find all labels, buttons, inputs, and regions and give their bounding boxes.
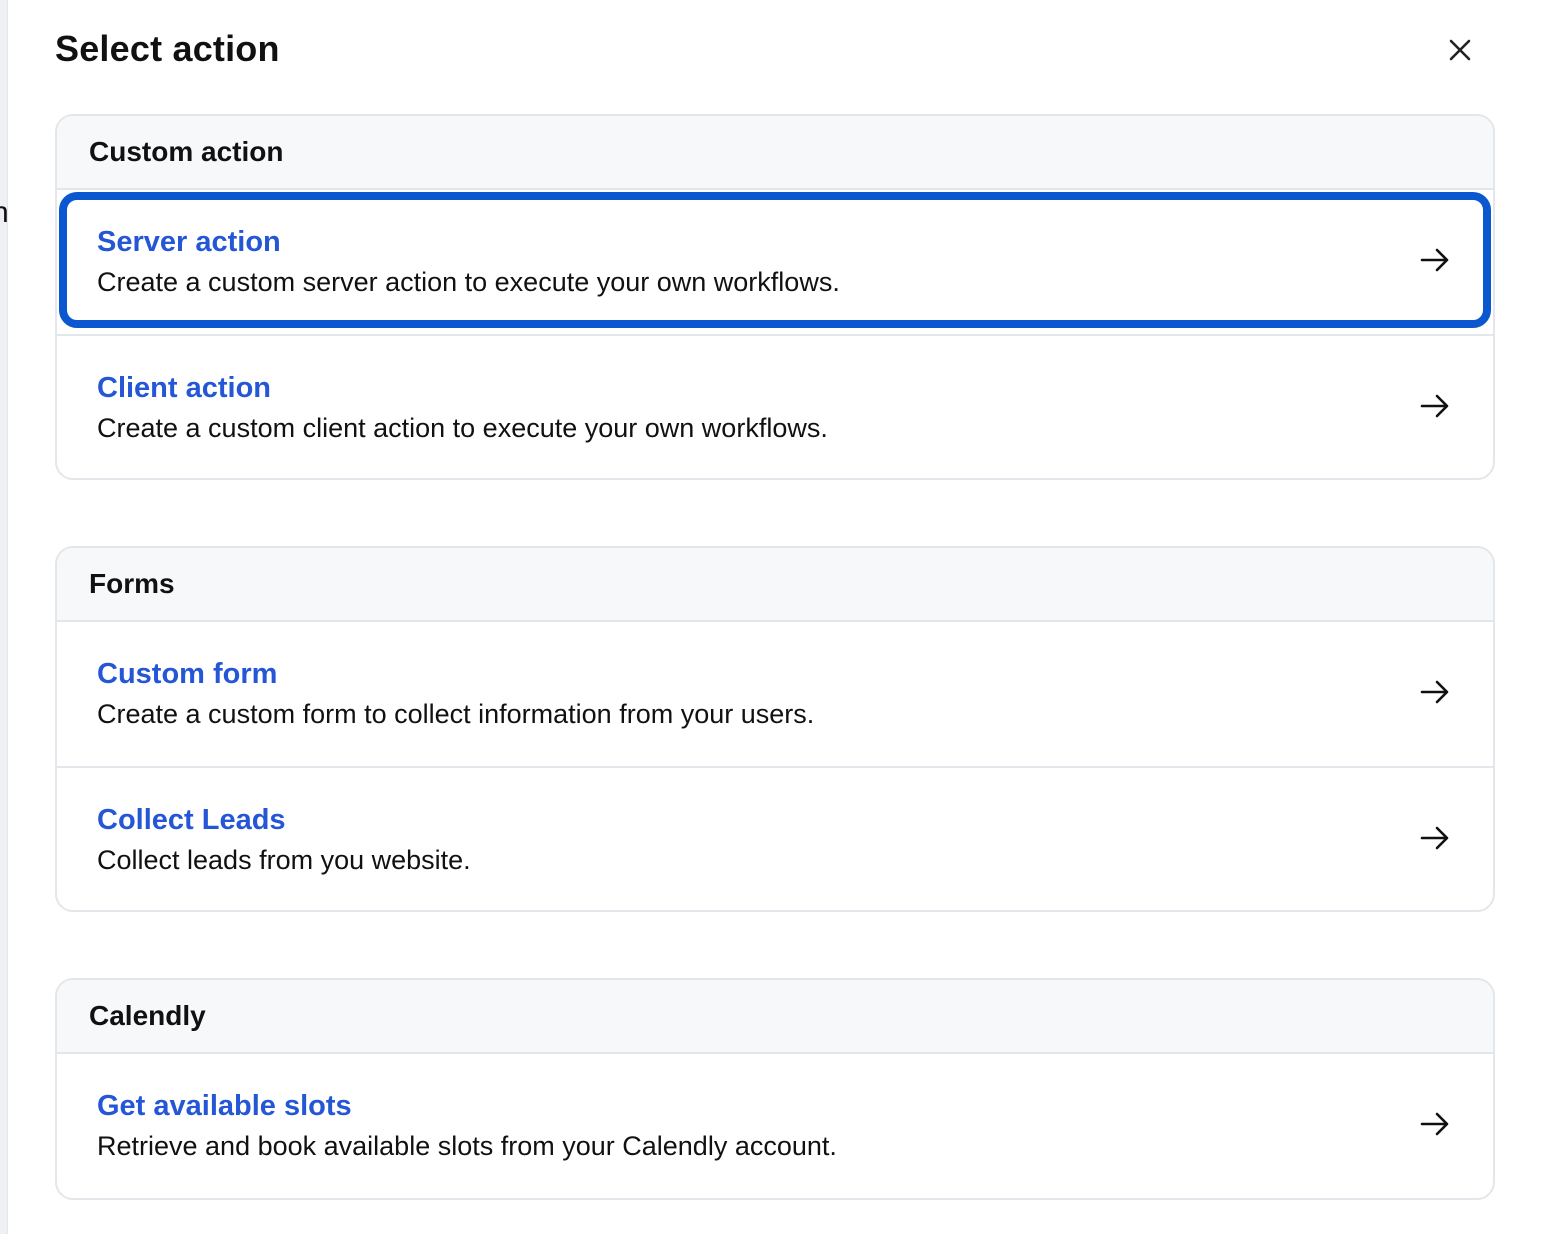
section-calendly: Calendly Get available slots Retrieve an… xyxy=(55,978,1495,1200)
arrow-right-icon xyxy=(1420,1112,1449,1136)
section-custom-action: Custom action Server action Create a cus… xyxy=(55,114,1495,480)
action-item-title: Server action xyxy=(97,226,281,258)
action-item-client-action[interactable]: Client action Create a custom client act… xyxy=(57,334,1493,478)
close-button[interactable] xyxy=(1440,30,1480,70)
action-item-collect-leads[interactable]: Collect Leads Collect leads from you web… xyxy=(57,766,1493,910)
action-item-title: Custom form xyxy=(97,658,278,690)
action-item-description: Collect leads from you website. xyxy=(97,845,471,875)
background-page-edge: n xyxy=(0,0,9,1234)
action-item-description: Retrieve and book available slots from y… xyxy=(97,1131,837,1161)
action-item-description: Create a custom server action to execute… xyxy=(97,267,840,297)
section-header: Forms xyxy=(57,548,1493,622)
action-item-description: Create a custom form to collect informat… xyxy=(97,699,815,729)
section-header: Calendly xyxy=(57,980,1493,1054)
select-action-dialog: Select action Custom action Server actio… xyxy=(8,0,1542,1234)
action-item-title: Client action xyxy=(97,372,272,404)
action-item-get-available-slots[interactable]: Get available slots Retrieve and book av… xyxy=(57,1054,1493,1198)
section-header: Custom action xyxy=(57,116,1493,190)
arrow-right-icon xyxy=(1420,248,1449,272)
arrow-right-icon xyxy=(1420,680,1449,704)
action-item-custom-form[interactable]: Custom form Create a custom form to coll… xyxy=(57,622,1493,766)
action-item-description: Create a custom client action to execute… xyxy=(97,413,828,443)
arrow-right-icon xyxy=(1420,394,1449,418)
close-icon xyxy=(1449,39,1471,61)
section-forms: Forms Custom form Create a custom form t… xyxy=(55,546,1495,912)
arrow-right-icon xyxy=(1420,826,1449,850)
dialog-title: Select action xyxy=(55,28,280,69)
action-item-title: Collect Leads xyxy=(97,804,286,836)
action-item-server-action[interactable]: Server action Create a custom server act… xyxy=(57,190,1493,334)
action-item-title: Get available slots xyxy=(97,1090,352,1122)
